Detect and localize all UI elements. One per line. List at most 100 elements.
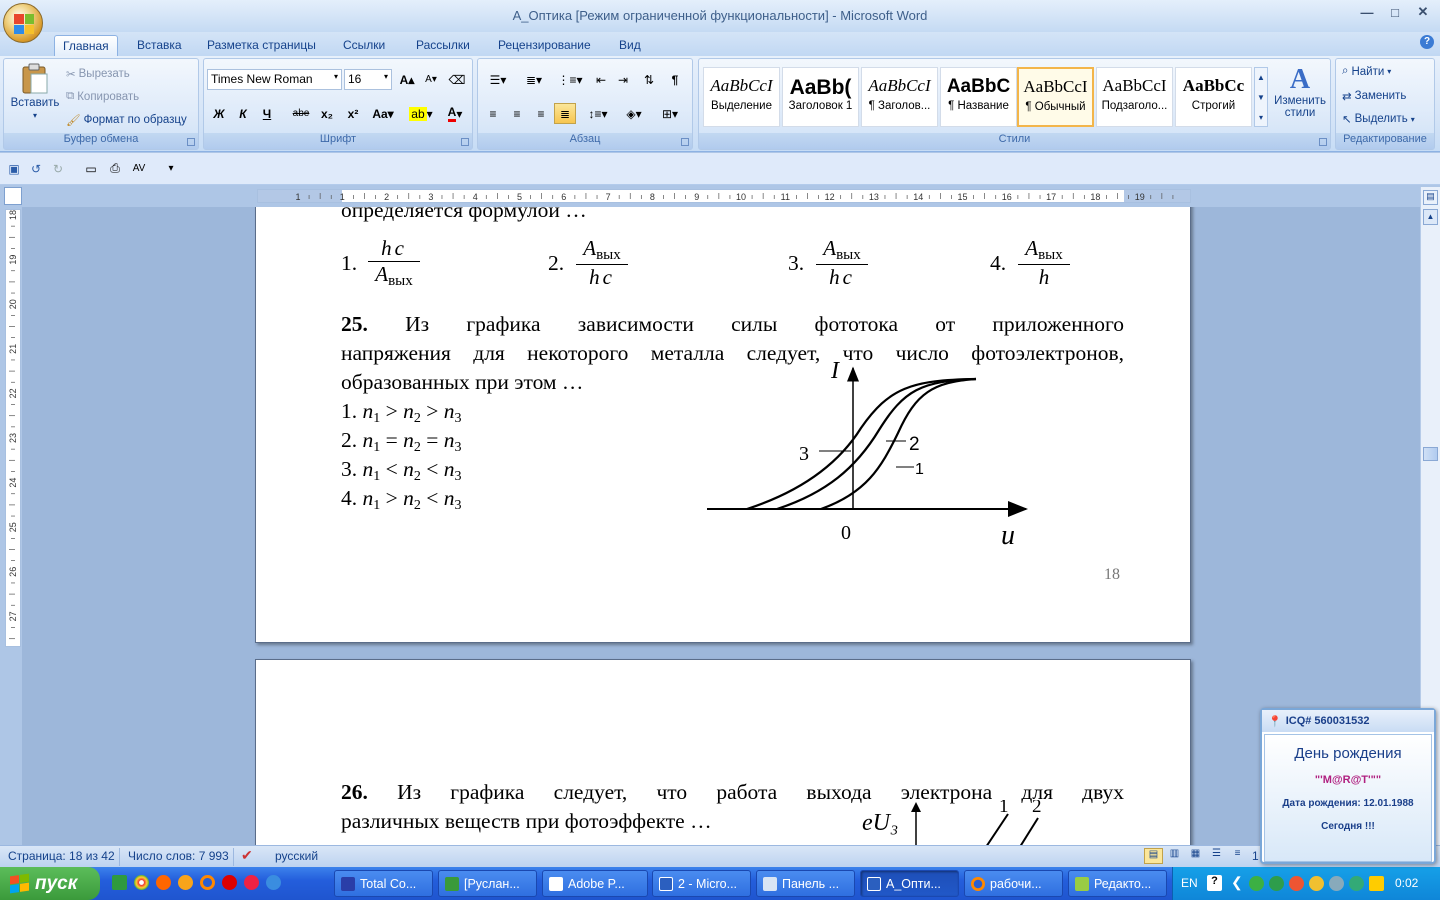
tab-page-layout[interactable]: Разметка страницы (199, 35, 324, 56)
italic-button[interactable]: К (232, 103, 254, 124)
change-case-button[interactable]: Aa ▾ (368, 103, 398, 124)
tray-icon[interactable] (1369, 876, 1384, 891)
redo-icon[interactable]: ↻ (47, 158, 69, 179)
help-icon[interactable]: ? (1207, 875, 1222, 891)
shading-button[interactable]: ◈ ▾ (618, 103, 650, 124)
style-heading1[interactable]: AaBb(Заголовок 1 (782, 67, 859, 127)
print-preview-icon[interactable]: ⎙ (104, 158, 126, 179)
language-indicator[interactable]: русский (275, 849, 318, 863)
maximize-button[interactable]: □ (1382, 2, 1408, 22)
justify-button[interactable]: ≣ (554, 103, 576, 124)
strikethrough-button[interactable]: abe (290, 103, 312, 124)
shrink-font-button[interactable]: A ▾ (420, 69, 442, 90)
format-painter-button[interactable]: 🖌 Формат по образцу (66, 113, 187, 127)
subscript-button[interactable]: x₂ (316, 103, 338, 124)
close-button[interactable]: ✕ (1410, 2, 1436, 22)
dialog-launcher-icon[interactable] (461, 138, 469, 146)
language-indicator[interactable]: EN (1181, 876, 1198, 890)
scroll-up-button[interactable]: ▲ (1423, 209, 1438, 225)
taskbar-item[interactable]: Adobe P... (542, 870, 648, 897)
find-button[interactable]: ⌕ Найти ▾ (1342, 65, 1391, 78)
sort-button[interactable]: ⇅ (638, 69, 660, 90)
firefox-icon[interactable] (200, 875, 215, 890)
copy-button[interactable]: ⧉ Копировать (66, 90, 139, 103)
font-size-box[interactable]: 16 ▾ (344, 69, 392, 90)
ruler-toggle-icon[interactable]: ▤ (1423, 190, 1438, 205)
underline-button[interactable]: Ч (256, 103, 278, 124)
outline-icon[interactable]: ☰ (1207, 848, 1226, 864)
chevron-down-icon[interactable]: ▾ (33, 111, 37, 120)
tray-icon[interactable] (1309, 876, 1324, 891)
taskbar-item-active[interactable]: А_Опти... (860, 870, 959, 897)
undo-icon[interactable]: ↺ (25, 158, 47, 179)
style-emphasis[interactable]: AaBbCcI Выделение (703, 67, 780, 127)
style-title[interactable]: AaBbC ¶ Название (940, 67, 1017, 127)
chrome-icon[interactable] (134, 875, 149, 890)
spelling-icon[interactable]: AV (128, 158, 150, 179)
tray-icon[interactable] (1329, 876, 1344, 891)
icq-notification[interactable]: 📍 ICQ# 560031532 День рождения "'M@R@T'""… (1260, 708, 1436, 864)
tab-home[interactable]: Главная (54, 35, 118, 56)
decrease-indent-button[interactable]: ⇤ (590, 69, 612, 90)
page[interactable]: 26. Из графика следует, что работа выход… (255, 659, 1191, 845)
highlight-button[interactable]: ab ▾ (406, 103, 436, 124)
style-heading[interactable]: AaBbCcI ¶ Заголов... (861, 67, 938, 127)
taskbar-item[interactable]: Редакто... (1068, 870, 1167, 897)
superscript-button[interactable]: x² (342, 103, 364, 124)
line-spacing-button[interactable]: ↕≡ ▾ (582, 103, 614, 124)
word-count[interactable]: Число слов: 7 993 (128, 849, 229, 863)
app-icon[interactable] (112, 875, 127, 890)
dialog-launcher-icon[interactable] (187, 138, 195, 146)
office-button[interactable] (3, 3, 43, 43)
align-center-button[interactable]: ≡ (506, 103, 528, 124)
app-icon[interactable] (244, 875, 259, 890)
web-layout-icon[interactable]: ▦ (1186, 848, 1205, 864)
draft-icon[interactable]: ≡ (1228, 848, 1247, 864)
styles-scroll[interactable]: ▲ ▼ ▾ (1254, 67, 1268, 127)
style-normal[interactable]: AaBbCcI ¶ Обычный (1017, 67, 1094, 127)
taskbar-item[interactable]: Total Co... (334, 870, 433, 897)
print-layout-icon[interactable]: ▤ (1144, 848, 1163, 864)
tab-view[interactable]: Вид (611, 35, 649, 56)
chevron-down-icon[interactable]: ▾ (384, 72, 388, 81)
chevron-left-icon[interactable]: ❮ (1231, 874, 1243, 891)
numbering-button[interactable]: ≣ ▾ (518, 69, 550, 90)
chevron-down-icon[interactable]: ▾ (334, 72, 338, 81)
icq-icon[interactable] (1349, 876, 1364, 891)
dialog-launcher-icon[interactable] (681, 138, 689, 146)
scroll-thumb[interactable] (1423, 447, 1438, 461)
tray-icon[interactable] (1289, 876, 1304, 891)
replace-button[interactable]: ⇄ Заменить (1342, 89, 1406, 103)
clock[interactable]: 0:02 (1395, 876, 1418, 890)
paste-button[interactable]: Вставить ▾ (8, 63, 62, 120)
multilevel-list-button[interactable]: ⋮≡ ▾ (554, 69, 586, 90)
tab-insert[interactable]: Вставка (129, 35, 190, 56)
show-marks-button[interactable]: ¶ (664, 69, 686, 90)
grow-font-button[interactable]: A ▴ (396, 69, 418, 90)
vertical-ruler[interactable]: 18 19 20 21 22 23 24 25 26 27 (5, 209, 21, 651)
align-left-button[interactable]: ≡ (482, 103, 504, 124)
customize-toolbar-icon[interactable]: ▾ (160, 158, 182, 179)
taskbar-item[interactable]: Панель ... (756, 870, 855, 897)
tab-selector[interactable] (4, 187, 22, 205)
dialog-launcher-icon[interactable] (1319, 138, 1327, 146)
clear-format-button[interactable]: ⌫ (446, 69, 468, 90)
minimize-button[interactable]: — (1354, 2, 1380, 22)
taskbar-item[interactable]: [Руслан... (438, 870, 537, 897)
page-count[interactable]: Страница: 18 из 42 (8, 849, 115, 863)
taskbar-item[interactable]: рабочи... (964, 870, 1063, 897)
page[interactable]: определяется формулой … 1. hc Aвых 2. Aв… (255, 207, 1191, 643)
opera-icon[interactable] (222, 875, 237, 890)
app-icon[interactable] (178, 875, 193, 890)
new-document-icon[interactable]: ▭ (80, 158, 102, 179)
select-button[interactable]: ↖ Выделить ▾ (1342, 112, 1415, 126)
font-name-box[interactable]: Times New Roman ▾ (207, 69, 342, 90)
tab-review[interactable]: Рецензирование (490, 35, 599, 56)
horizontal-ruler[interactable]: 1 1 2 3 4 5 6 7 8 9 10 11 12 13 14 15 16 17 18 19 (257, 189, 1191, 203)
tray-icon[interactable] (1249, 876, 1264, 891)
align-right-button[interactable]: ≡ (530, 103, 552, 124)
ie-icon[interactable] (266, 875, 281, 890)
increase-indent-button[interactable]: ⇥ (612, 69, 634, 90)
cut-button[interactable]: ✂ Вырезать (66, 67, 130, 81)
tab-references[interactable]: Ссылки (335, 35, 393, 56)
